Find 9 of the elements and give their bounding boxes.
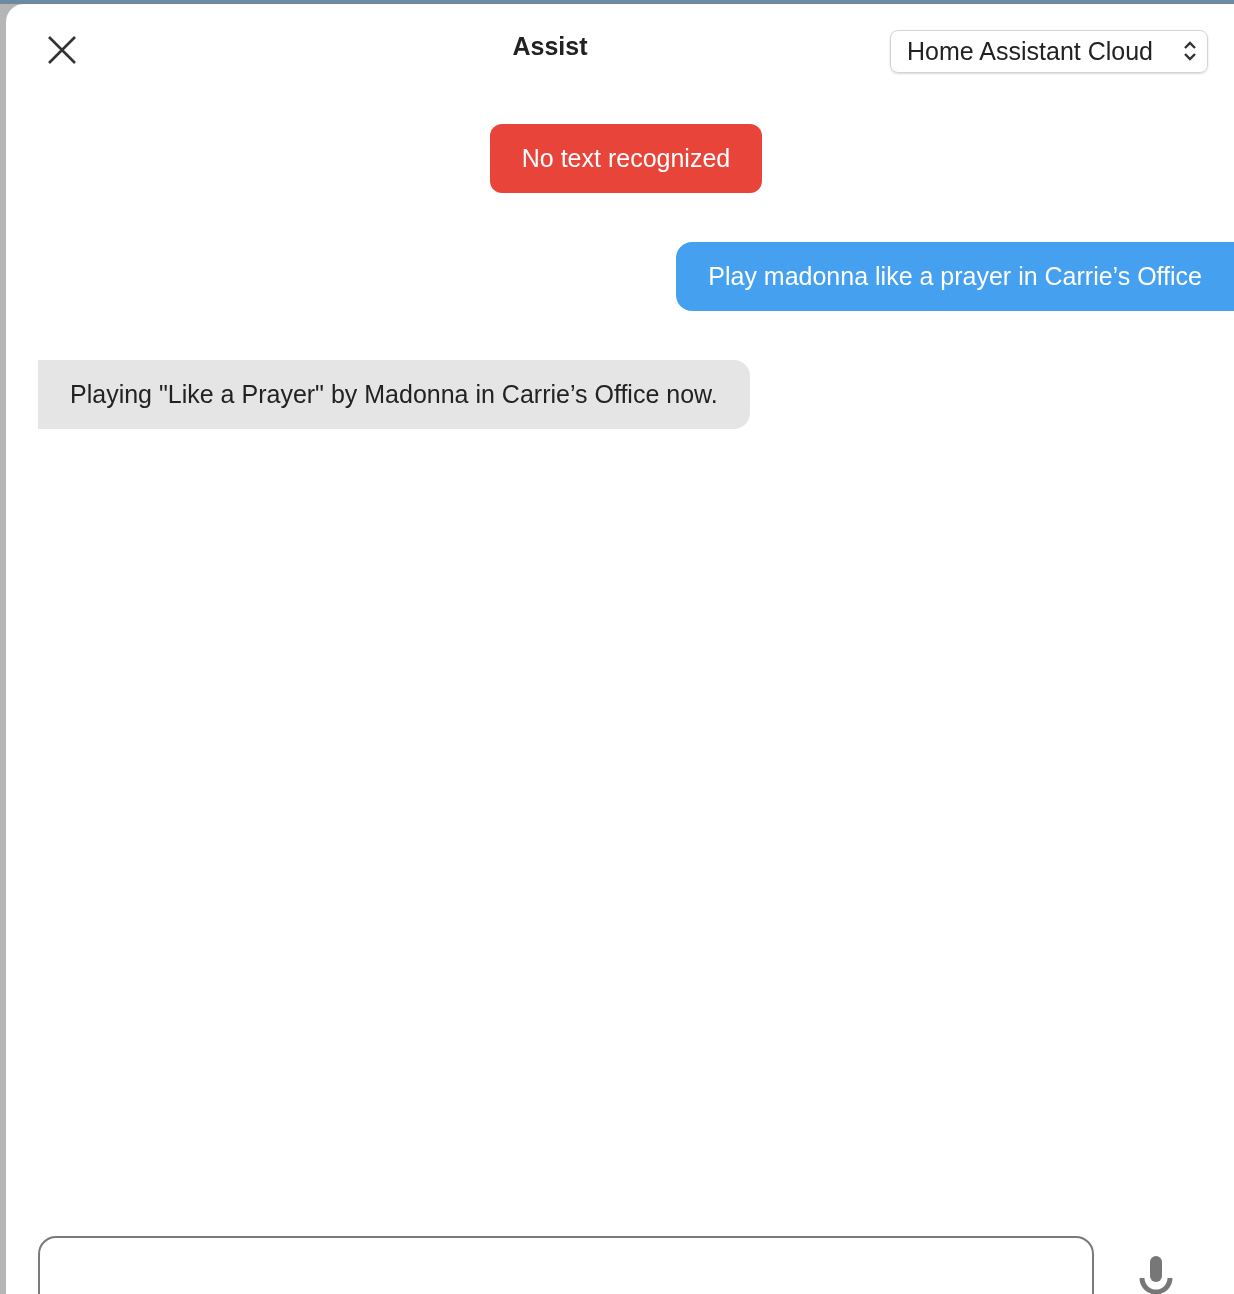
- message-input-field[interactable]: [38, 1236, 1094, 1294]
- pipeline-select[interactable]: Home Assistant Cloud: [890, 29, 1208, 73]
- assistant-message: Playing "Like a Prayer" by Madonna in Carrie’s Office now.: [38, 360, 750, 429]
- chevrons-icon: [1183, 40, 1197, 62]
- user-message: Play madonna like a prayer in Carrie’s Office: [676, 242, 1234, 311]
- dialog-title: Assist: [512, 31, 588, 61]
- close-icon: [46, 34, 78, 66]
- error-message: No text recognized: [489, 124, 763, 193]
- microphone-button[interactable]: [1138, 1256, 1174, 1294]
